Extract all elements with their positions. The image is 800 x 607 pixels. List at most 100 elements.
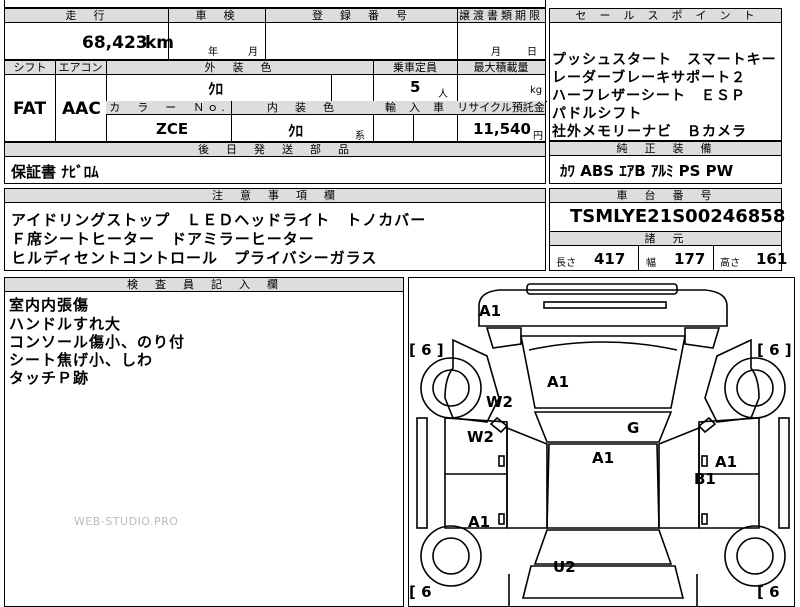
inspection-month: 月	[248, 47, 258, 58]
watermark: WEB-STUDIO.PRO	[74, 515, 179, 528]
front-right-fender-shape	[704, 338, 760, 423]
inspector-block: 検 査 員 記 入 欄 室内内張傷 ハンドルすれ大 コンソール傷小、のり付 シー…	[4, 277, 404, 607]
mark-roof: A1	[592, 449, 615, 467]
mark-right-fender-g: G	[627, 419, 640, 437]
inspector-line-5: タッチＰ跡	[9, 369, 90, 387]
windshield-shape	[533, 411, 673, 443]
header-shift: シフト	[5, 61, 55, 75]
header-transfer: 譲渡書類期限	[457, 9, 545, 23]
recycle-fee-value: 11,540	[473, 120, 531, 138]
mark-left-window: W2	[467, 428, 494, 446]
notes-block: 注 意 事 項 欄 アイドリングストップ ＬＥＤヘッドライト トノカバー Ｆ席シ…	[4, 188, 546, 271]
header-notes: 注 意 事 項 欄	[5, 189, 545, 203]
maxload-unit: kg	[530, 85, 543, 96]
height-value: 161	[756, 250, 788, 268]
header-mileage: 走 行	[5, 9, 168, 23]
header-capacity: 乗車定員	[373, 61, 457, 75]
specs-block: シフト エアコン 外 装 色 乗車定員 最大積載量 カ ラ ー Ｎｏ. 内 装 …	[4, 60, 547, 143]
interior-suffix: 系	[355, 131, 365, 142]
header-later-parts: 後 日 発 送 部 品	[5, 143, 545, 157]
mark-rear: U2	[553, 558, 576, 576]
left-rear-handle-shape	[498, 513, 505, 525]
notes-line-2: Ｆ席シートヒーター ドアミラーヒーター	[11, 230, 315, 248]
left-window-shape	[506, 426, 548, 529]
front-left-tire-shape	[420, 357, 482, 419]
right-window-shape	[658, 426, 700, 529]
header-sales-points: セ ー ル ス ポ イ ン ト	[550, 9, 781, 23]
color-no-value: ZCE	[156, 120, 189, 138]
header-genuine: 純 正 装 備	[550, 142, 781, 156]
sales-line-2: レーダーブレーキサポート２	[552, 70, 747, 86]
aircon-value: AAC	[62, 99, 101, 119]
mark-left-rear-door: A1	[468, 513, 491, 531]
mileage-unit: km	[145, 33, 175, 53]
sales-line-3: ハーフレザーシート ＥＳＰ	[552, 88, 746, 104]
interior-color-value: ｸﾛ	[288, 122, 304, 140]
header-dims: 諸 元	[550, 232, 781, 246]
chassis-block: 車 台 番 号 TSMLYE21S00246858 諸 元 長さ 417 幅 1…	[549, 188, 787, 271]
mark-windshield: W2	[486, 393, 513, 411]
header-inspector: 検 査 員 記 入 欄	[5, 278, 403, 292]
header-import: 輸 入 車	[373, 101, 457, 115]
length-label: 長さ	[556, 258, 576, 269]
shift-value: FAT	[13, 99, 47, 119]
sales-points-block: セ ー ル ス ポ イ ン ト プッシュスタート スマートキー レーダーブレーキ…	[549, 8, 782, 141]
inspection-year: 年	[208, 47, 218, 58]
front-left-wheel-shape	[432, 369, 470, 407]
transfer-month: 月	[491, 47, 501, 58]
transfer-day: 日	[527, 47, 537, 58]
chassis-number: TSMLYE21S00246858	[570, 206, 786, 227]
mileage-row: 走 行 車 検 登 録 番 号 譲渡書類期限 68,423 km 年 月 月 日	[4, 8, 546, 61]
genuine-items: ｶﾜ ABS ｴｱB ｱﾙﾐ PS PW	[560, 162, 734, 180]
top-strip	[4, 0, 546, 8]
header-chassis: 車 台 番 号	[550, 189, 781, 203]
later-parts-block: 後 日 発 送 部 品 保証書 ﾅﾋﾞﾛﾑ	[4, 142, 546, 184]
header-recycle: リサイクル預託金	[457, 101, 545, 115]
tire-front-left-label: [ 6 ]	[409, 341, 444, 359]
header-aircon: エアコン	[55, 61, 106, 75]
rear-gate-shape	[521, 565, 685, 599]
inspector-line-1: 室内内張傷	[9, 296, 90, 314]
right-sill-shape	[778, 417, 790, 529]
header-exterior: 外 装 色	[106, 61, 373, 75]
notes-line-1: アイドリングストップ ＬＥＤヘッドライト トノカバー	[11, 211, 427, 229]
hood-crease-shape	[528, 341, 678, 351]
length-value: 417	[594, 250, 626, 268]
left-front-handle-shape	[498, 455, 505, 467]
header-registration: 登 録 番 号	[265, 9, 457, 23]
headlight-left-shape	[485, 327, 522, 349]
sales-line-1: プッシュスタート スマートキー	[552, 52, 777, 68]
mark-right-door: A1	[715, 453, 738, 471]
front-grille-shape	[526, 283, 678, 295]
header-maxload: 最大積載量	[457, 61, 545, 75]
mark-front-bumper: A1	[479, 302, 502, 320]
header-interior: 内 装 色	[231, 101, 373, 115]
mileage-value: 68,423	[82, 33, 148, 53]
tire-rear-right-label: [ 6	[757, 583, 780, 601]
header-colorno: カ ラ ー Ｎｏ.	[106, 101, 231, 115]
capacity-unit: 人	[438, 89, 448, 100]
width-value: 177	[674, 250, 706, 268]
right-rear-handle-shape	[701, 513, 708, 525]
later-parts-items: 保証書 ﾅﾋﾞﾛﾑ	[11, 163, 99, 181]
notes-line-3: ヒルディセントコントロール プライバシーガラス	[11, 249, 378, 267]
width-label: 幅	[646, 258, 656, 269]
recycle-fee-unit: 円	[533, 131, 543, 142]
left-sill-shape	[416, 417, 428, 529]
header-inspection: 車 検	[168, 9, 265, 23]
capacity-value: 5	[410, 78, 421, 96]
tire-front-right-label: [ 6 ]	[757, 341, 792, 359]
headlight-right-shape	[684, 327, 721, 349]
exterior-color-value: ｸﾛ	[208, 80, 224, 98]
right-front-handle-shape	[701, 455, 708, 467]
mark-hood: A1	[547, 373, 570, 391]
sales-line-4: パドルシフト	[552, 106, 643, 122]
rear-right-tire-shape	[724, 525, 786, 587]
rear-right-wheel-shape	[736, 537, 774, 575]
front-plate-shape	[543, 301, 667, 309]
sales-line-5: 社外メモリーナビ Ｂカメラ	[552, 124, 747, 140]
tire-rear-left-label: [ 6	[409, 583, 432, 601]
mark-right-door-b: B1	[694, 470, 716, 488]
height-label: 高さ	[720, 258, 740, 269]
right-mirror-shape	[697, 416, 717, 434]
